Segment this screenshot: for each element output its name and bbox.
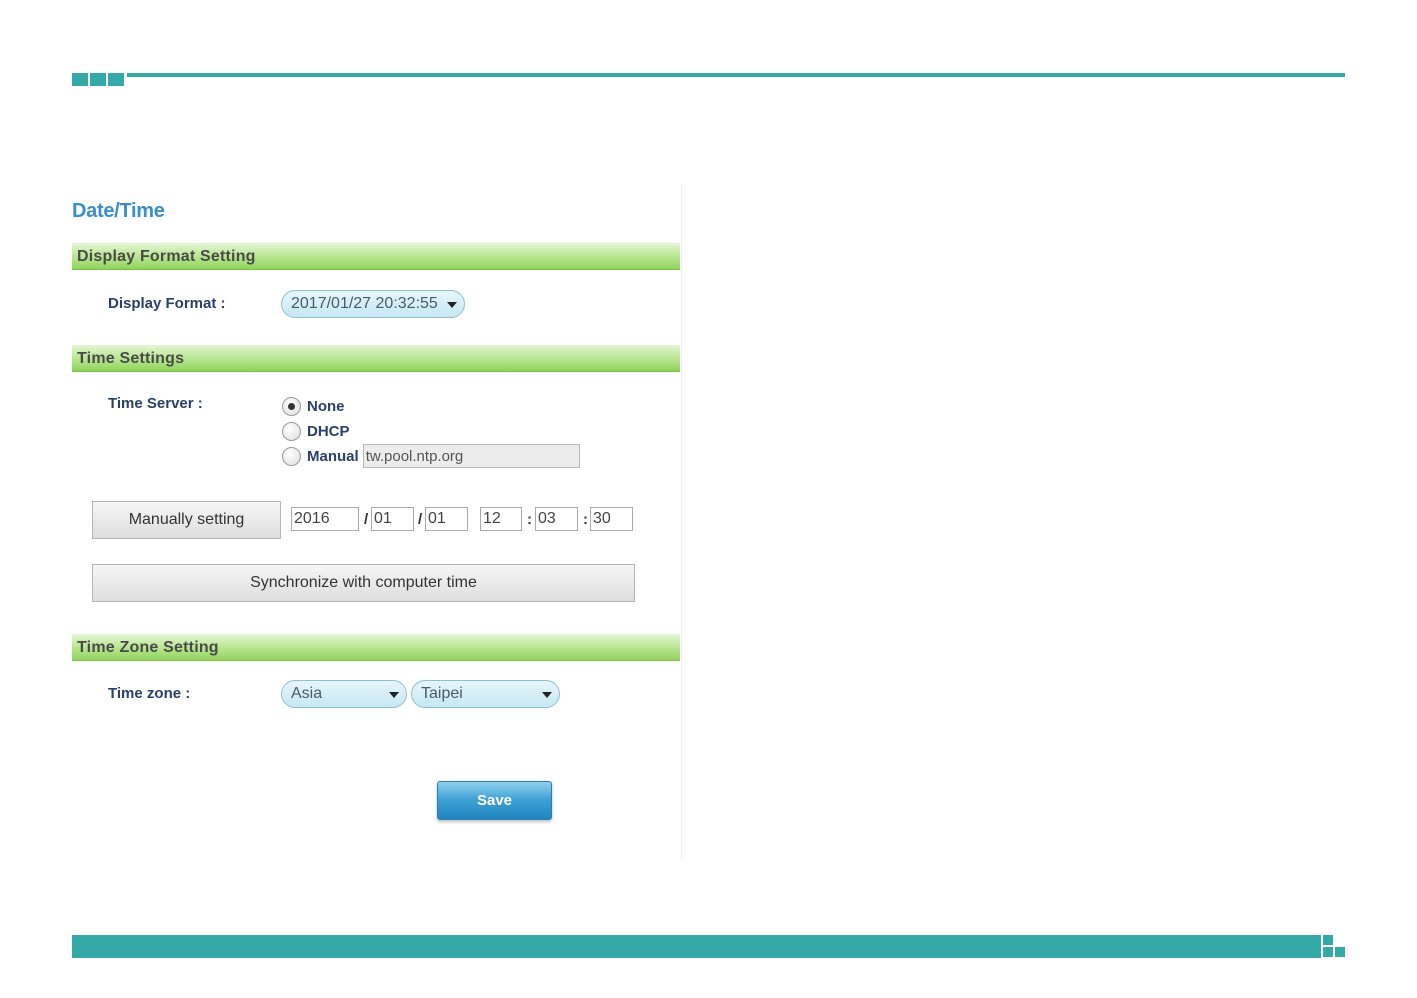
radio-label-none: None	[307, 397, 345, 415]
header-decoration	[72, 73, 124, 86]
radio-label-manual: Manual	[307, 447, 359, 465]
radio-manual[interactable]	[282, 446, 301, 466]
display-format-section: Display Format Setting	[72, 243, 680, 270]
chevron-down-icon	[447, 302, 457, 308]
datetime-panel: Date/Time Display Format Setting Display…	[72, 185, 682, 860]
time-zone-region-select[interactable]: Asia	[281, 680, 407, 708]
date-separator: /	[418, 511, 423, 528]
time-zone-section: Time Zone Setting	[72, 634, 680, 661]
footer-decoration	[1323, 935, 1345, 958]
radio-none[interactable]	[282, 396, 301, 416]
time-zone-city-select[interactable]: Taipei	[411, 680, 560, 708]
section-title: Display Format Setting	[77, 248, 256, 265]
section-title: Time Settings	[77, 350, 185, 367]
time-separator: :	[527, 511, 532, 528]
display-format-value: 2017/01/27 20:32:55	[291, 295, 438, 312]
chevron-down-icon	[389, 692, 399, 698]
sync-computer-time-button[interactable]: Synchronize with computer time	[92, 564, 635, 602]
year-input[interactable]	[291, 507, 359, 531]
time-server-option-dhcp[interactable]: DHCP	[282, 420, 350, 442]
radio-dhcp[interactable]	[282, 421, 301, 441]
date-separator: /	[364, 511, 369, 528]
day-input[interactable]	[425, 507, 468, 531]
city-value: Taipei	[421, 685, 463, 702]
save-button[interactable]: Save	[437, 781, 552, 820]
time-settings-section: Time Settings	[72, 345, 680, 372]
minute-input[interactable]	[535, 507, 578, 531]
section-title: Time Zone Setting	[77, 639, 219, 656]
chevron-down-icon	[542, 692, 552, 698]
region-value: Asia	[291, 685, 323, 702]
hour-input[interactable]	[480, 507, 522, 531]
display-format-label: Display Format :	[108, 295, 226, 312]
footer-bar	[72, 935, 1321, 958]
time-separator: :	[583, 511, 588, 528]
month-input[interactable]	[371, 507, 414, 531]
page-title: Date/Time	[72, 200, 165, 222]
second-input[interactable]	[590, 507, 633, 531]
radio-label-dhcp: DHCP	[307, 422, 350, 440]
time-server-label: Time Server :	[108, 395, 203, 412]
time-zone-label: Time zone :	[108, 685, 191, 702]
time-server-option-none[interactable]: None	[282, 395, 345, 417]
manual-server-input[interactable]	[362, 444, 580, 468]
manually-setting-button[interactable]: Manually setting	[92, 501, 281, 539]
display-format-select[interactable]: 2017/01/27 20:32:55	[281, 290, 465, 318]
header-rule	[127, 73, 1345, 77]
time-server-option-manual[interactable]: Manual	[282, 444, 580, 468]
